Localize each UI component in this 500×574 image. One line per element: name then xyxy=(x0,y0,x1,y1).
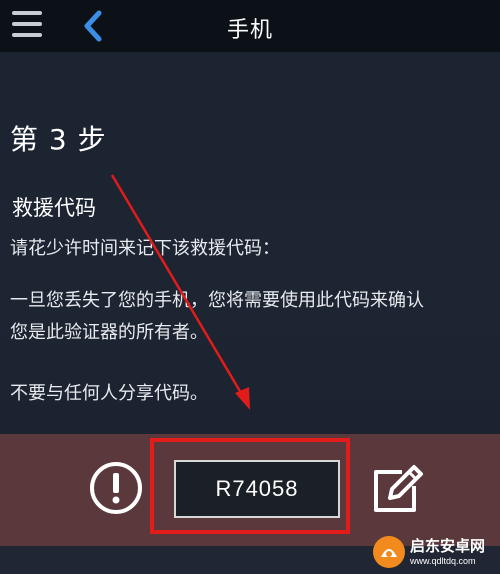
instruction-text: 请花少许时间来记下该救援代码： xyxy=(10,238,280,259)
step-heading: 第 3 步 xyxy=(10,123,107,156)
explanation-line-1: 一旦您丢失了您的手机，您将需要使用此代码来确认 xyxy=(10,290,424,311)
top-app-bar: 手机 xyxy=(0,0,500,52)
watermark-url: www.qdltdq.com xyxy=(410,555,476,566)
explanation-line-2: 您是此验证器的所有者。 xyxy=(10,322,208,343)
edit-pencil-icon[interactable] xyxy=(368,458,428,518)
watermark-logo-icon xyxy=(373,536,405,568)
rescue-code: R74058 xyxy=(174,460,340,518)
watermark: 启东安卓网 www.qdltdq.com xyxy=(372,530,500,574)
page-title: 手机 xyxy=(226,18,273,43)
section-title: 救援代码 xyxy=(12,196,96,220)
watermark-brand: 启东安卓网 xyxy=(410,536,486,555)
warning-text: 不要与任何人分享代码。 xyxy=(10,383,208,404)
exclamation-circle-icon[interactable] xyxy=(88,460,144,516)
explanation-text: 一旦您丢失了您的手机，您将需要使用此代码来确认 您是此验证器的所有者。 xyxy=(10,285,500,349)
